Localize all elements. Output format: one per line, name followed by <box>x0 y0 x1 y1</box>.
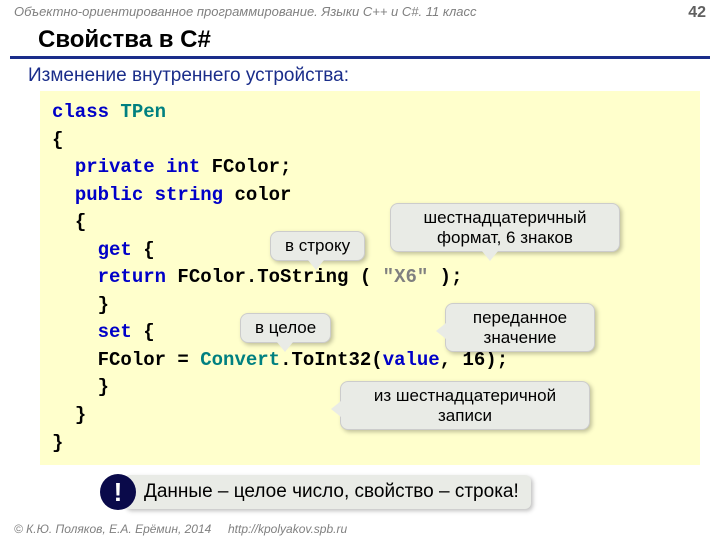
field-fcolor: FColor; <box>200 156 291 178</box>
prop-color: color <box>223 184 291 206</box>
code-text: FColor.ToString ( <box>166 266 383 288</box>
kw-return: return <box>98 266 166 288</box>
code-text: ); <box>428 266 462 288</box>
code-text: .ToInt32( <box>280 349 383 371</box>
cls-name: TPen <box>109 101 166 123</box>
kw-get: get <box>98 239 132 261</box>
page-title: Свойства в C# <box>10 22 710 59</box>
kw-public-string: public string <box>75 184 223 206</box>
brace: } <box>52 430 688 458</box>
course-label: Объектно-ориентированное программировани… <box>14 4 477 22</box>
exclaim-icon: ! <box>100 474 136 510</box>
brace: } <box>75 404 86 426</box>
kw-class: class <box>52 101 109 123</box>
code-block: class TPen { private int FColor; public … <box>40 91 700 465</box>
footer-url: http://kpolyakov.spb.ru <box>228 522 347 536</box>
note-row: ! Данные – целое число, свойство – строк… <box>100 474 531 510</box>
callout-hex-format: шестнадцатеричный формат, 6 знаков <box>390 203 620 252</box>
kw-set: set <box>98 321 132 343</box>
brace: { <box>52 127 688 155</box>
brace: } <box>98 294 109 316</box>
copyright: © К.Ю. Поляков, Е.А. Ерёмин, 2014 <box>14 522 211 536</box>
kw-private-int: private int <box>75 156 200 178</box>
page-number: 42 <box>688 4 706 22</box>
kw-value: value <box>383 349 440 371</box>
code-text: , 16); <box>440 349 508 371</box>
brace: } <box>98 376 109 398</box>
footer: © К.Ю. Поляков, Е.А. Ерёмин, 2014 http:/… <box>14 522 347 536</box>
callout-to-int: в целое <box>240 313 331 343</box>
slide-header: Объектно-ориентированное программировани… <box>0 0 720 22</box>
callout-to-string: в строку <box>270 231 365 261</box>
brace: { <box>132 239 155 261</box>
type-convert: Convert <box>200 349 280 371</box>
str-x6: "X6" <box>383 266 429 288</box>
code-text: FColor = <box>98 349 201 371</box>
brace: { <box>132 321 155 343</box>
callout-passed-value: переданное значение <box>445 303 595 352</box>
subtitle: Изменение внутреннего устройства: <box>0 65 720 87</box>
note-text: Данные – целое число, свойство – строка! <box>124 475 531 509</box>
brace: { <box>75 211 86 233</box>
callout-from-hex: из шестнадцатеричной записи <box>340 381 590 430</box>
